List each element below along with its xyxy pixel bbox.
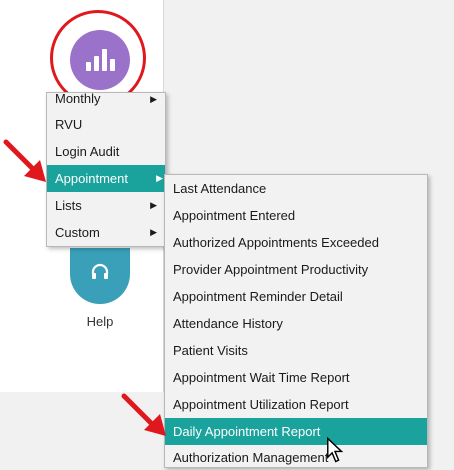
submenu-arrow-icon: ▶ xyxy=(156,173,163,183)
reports-menu: Monthly ▶ RVU Login Audit Appointment ▶ … xyxy=(46,92,166,247)
headset-icon xyxy=(91,263,109,279)
menu-item-label: Monthly xyxy=(55,93,101,106)
submenu-arrow-icon: ▶ xyxy=(150,200,157,210)
menu-item-label: Appointment xyxy=(55,171,128,186)
mouse-cursor-icon xyxy=(327,437,344,463)
menu-item-appointment[interactable]: Appointment ▶ xyxy=(47,165,165,192)
submenu-item-provider-appointment-productivity[interactable]: Provider Appointment Productivity xyxy=(165,256,427,283)
submenu-item-last-attendance[interactable]: Last Attendance xyxy=(165,175,427,202)
submenu-item-authorization-management[interactable]: Authorization Management xyxy=(165,445,427,467)
help-label: Help xyxy=(86,314,114,329)
menu-item-label: Lists xyxy=(55,198,82,213)
menu-item-label: Login Audit xyxy=(55,144,120,159)
appointment-submenu: Last Attendance Appointment Entered Auth… xyxy=(164,174,428,468)
menu-item-lists[interactable]: Lists ▶ xyxy=(47,192,165,219)
submenu-item-attendance-history[interactable]: Attendance History xyxy=(165,310,427,337)
submenu-item-appointment-wait-time-report[interactable]: Appointment Wait Time Report xyxy=(165,364,427,391)
annotation-arrow-icon xyxy=(3,139,46,182)
menu-item-login-audit[interactable]: Login Audit xyxy=(47,138,165,165)
menu-item-custom[interactable]: Custom ▶ xyxy=(47,219,165,246)
menu-item-rvu[interactable]: RVU xyxy=(47,111,165,138)
submenu-item-appointment-reminder-detail[interactable]: Appointment Reminder Detail xyxy=(165,283,427,310)
submenu-arrow-icon: ▶ xyxy=(150,227,157,237)
annotation-arrow-icon xyxy=(121,393,166,436)
submenu-item-appointment-entered[interactable]: Appointment Entered xyxy=(165,202,427,229)
submenu-arrow-icon: ▶ xyxy=(150,94,157,104)
submenu-item-patient-visits[interactable]: Patient Visits xyxy=(165,337,427,364)
menu-item-label: Custom xyxy=(55,225,100,240)
submenu-item-daily-appointment-report[interactable]: Daily Appointment Report xyxy=(165,418,427,445)
menu-item-monthly[interactable]: Monthly ▶ xyxy=(47,93,165,111)
submenu-item-appointment-utilization-report[interactable]: Appointment Utilization Report xyxy=(165,391,427,418)
menu-item-label: RVU xyxy=(55,117,83,132)
submenu-item-authorized-appointments-exceeded[interactable]: Authorized Appointments Exceeded xyxy=(165,229,427,256)
